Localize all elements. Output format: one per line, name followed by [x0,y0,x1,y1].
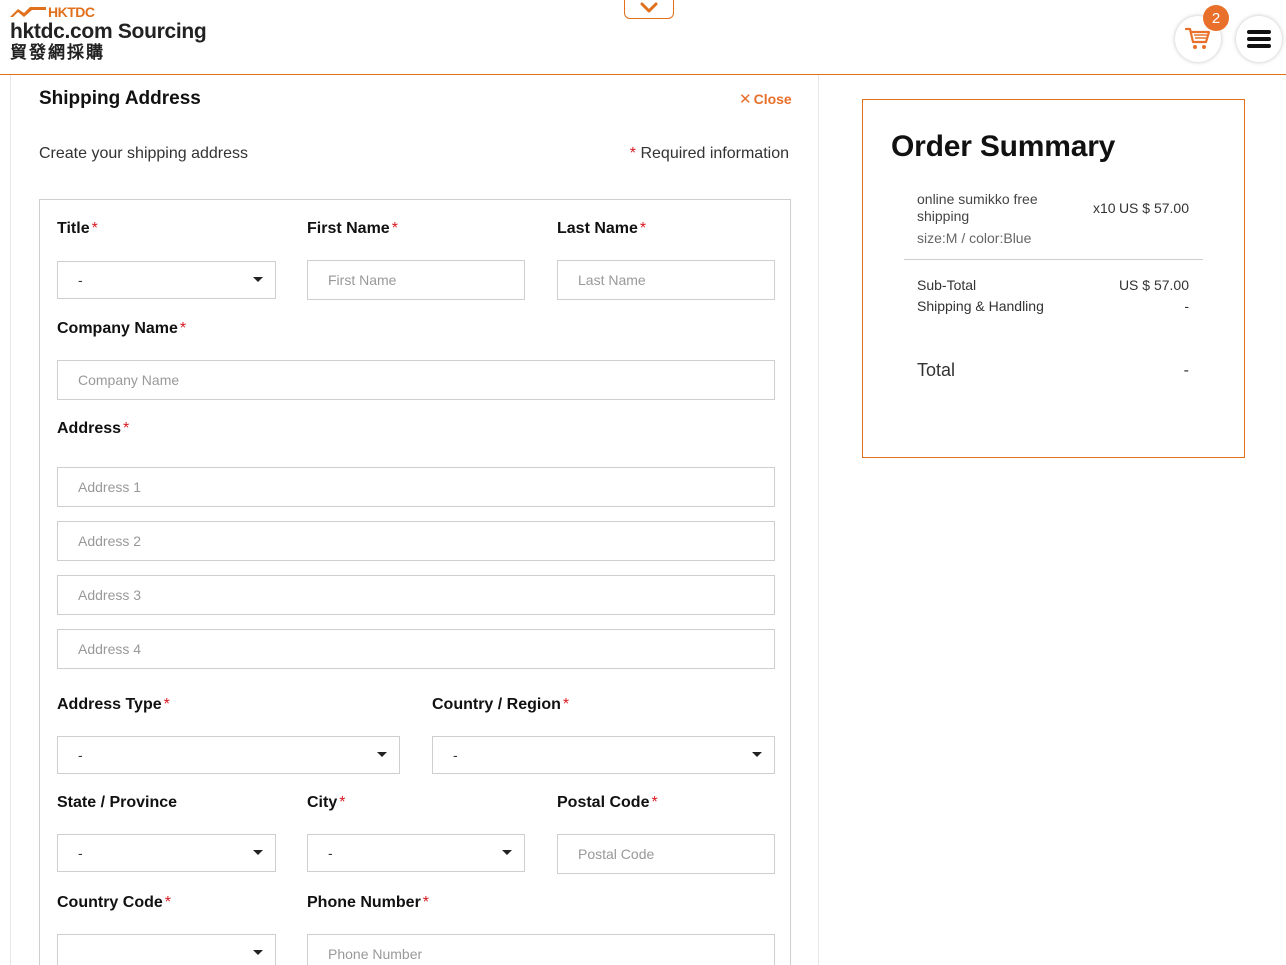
logo-hktdc-text: HKTDC [48,4,95,20]
address-line-2-input[interactable] [57,521,775,561]
last-name-label: Last Name * [557,220,647,237]
total-label: Total [917,360,956,380]
country-region-select-value: - [453,747,458,763]
country-region-select[interactable]: - [432,736,775,774]
address-type-label: Address Type * [57,696,170,713]
required-star: * [629,145,637,162]
hktdc-logo[interactable]: HKTDC hktdc.com Sourcing 貿發網採購 [10,4,207,63]
last-name-input[interactable] [557,260,775,300]
postal-code-input[interactable] [557,834,775,874]
address-type-select[interactable]: - [57,736,400,774]
caret-down-icon [253,950,263,955]
close-label: Close [753,91,792,107]
company-name-input[interactable] [57,360,775,400]
order-summary: Order Summary online sumikko free shippi… [862,99,1245,458]
caret-down-icon [253,277,263,282]
caret-down-icon [752,752,762,757]
header-collapse-toggle[interactable] [624,0,674,19]
title-select-value: - [78,272,83,288]
required-note-text: Required information [640,145,789,162]
logo-brand-chinese: 貿發網採購 [10,43,105,63]
country-region-label: Country / Region * [432,696,570,713]
subtotal-label: Sub-Total [917,277,977,293]
state-province-label: State / Province [57,794,178,811]
address-line-1-input[interactable] [57,467,775,507]
form-subtitle: Create your shipping address [39,145,249,162]
close-icon: ✕ [739,91,752,108]
phone-number-input[interactable] [307,934,775,965]
hamburger-menu-icon [1247,30,1271,48]
menu-button[interactable] [1236,16,1282,62]
total-value: - [1183,362,1189,379]
chevron-down-icon [640,2,658,13]
shipping-form: Title* - First Name* Last Name* Company … [39,199,791,965]
subtotal-value: US $ 57.00 [1118,277,1189,293]
title-select[interactable]: - [57,261,276,299]
cart-count-badge: 2 [1203,5,1229,31]
shipping-label: Shipping & Handling [917,298,1044,314]
site-header: HKTDC hktdc.com Sourcing 貿發網採購 2 [0,0,1286,75]
first-name-input[interactable] [307,260,525,300]
item-variant: size:M / color:Blue [917,230,1032,246]
caret-down-icon [377,752,387,757]
country-code-select[interactable] [57,934,276,965]
state-province-select[interactable]: - [57,834,276,872]
state-province-select-value: - [78,845,83,861]
title-label: Title * [57,220,98,237]
item-name: online sumikko free shipping [917,191,1038,224]
shipping-address-panel: Shipping Address ✕ Close Create your shi… [10,75,819,965]
hktdc-logo-mark-icon [10,7,46,17]
caret-down-icon [502,850,512,855]
order-summary-title: Order Summary [891,130,1116,163]
item-quantity: x10 [1093,200,1116,216]
caret-down-icon [253,850,263,855]
address-label: Address * [57,420,130,437]
country-code-label: Country Code * [57,894,172,911]
company-name-label: Company Name * [57,320,187,337]
address-line-4-input[interactable] [57,629,775,669]
first-name-label: First Name * [307,220,398,237]
address-line-3-input[interactable] [57,575,775,615]
shipping-value: - [1184,298,1189,314]
item-price: US $ 57.00 [1118,200,1189,216]
close-button[interactable]: ✕ Close [739,90,792,108]
city-select-value: - [328,845,333,861]
shopping-cart-icon [1185,27,1211,49]
phone-number-label: Phone Number * [307,894,430,911]
address-type-select-value: - [78,747,83,763]
logo-brand-name: hktdc.com Sourcing [10,20,207,43]
summary-divider [904,259,1203,260]
required-information-note: * Required information [630,145,789,163]
city-label: City * [307,794,346,811]
postal-code-label: Postal Code * [557,794,658,811]
panel-title: Shipping Address [39,88,201,109]
city-select[interactable]: - [307,834,525,872]
